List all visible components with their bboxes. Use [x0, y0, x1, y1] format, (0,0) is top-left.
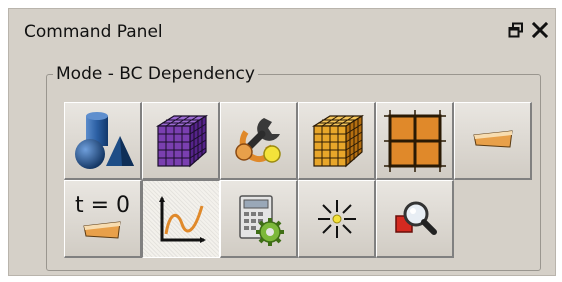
- panel-title: Command Panel: [24, 22, 163, 42]
- curve-graph-icon: [159, 196, 206, 243]
- initial-condition-label: t = 0: [74, 192, 131, 218]
- command-panel: Command Panel Mode - BC Dependency t = 0: [8, 8, 556, 276]
- grid-plane-button[interactable]: [376, 102, 454, 180]
- panel-titlebar: Command Panel: [9, 9, 555, 55]
- curve-button[interactable]: [142, 180, 220, 258]
- grid-plane-icon: [383, 109, 446, 172]
- mode-groupbox: Mode - BC Dependency t = 0: [46, 63, 541, 271]
- physics-wrench-icon: [234, 117, 281, 163]
- initial-condition-button[interactable]: t = 0: [64, 180, 142, 258]
- group-title: Mode - BC Dependency: [53, 63, 258, 85]
- light-burst-icon: [317, 199, 356, 238]
- geometry-shapes-icon: [74, 111, 134, 169]
- calculator-button[interactable]: [220, 180, 298, 258]
- mesh-orange-button[interactable]: [298, 102, 376, 180]
- boundary-strip-icon: [472, 129, 513, 148]
- light-button[interactable]: [298, 180, 376, 258]
- close-button[interactable]: [529, 18, 551, 42]
- restore-window-button[interactable]: [505, 18, 527, 42]
- geometry-button[interactable]: [64, 102, 142, 180]
- zoom-button[interactable]: [376, 180, 454, 258]
- initial-condition-icon: t = 0: [75, 192, 130, 246]
- mesh-button[interactable]: [142, 102, 220, 180]
- restore-window-icon: [508, 22, 523, 38]
- mesh-cube-orange-icon: [311, 114, 364, 167]
- calculator-gear-icon: [238, 194, 284, 246]
- boundary-strip-small-icon: [83, 220, 122, 239]
- physics-button[interactable]: [220, 102, 298, 180]
- mesh-cube-icon: [155, 114, 208, 167]
- magnifier-icon: [394, 201, 437, 235]
- boundary-button[interactable]: [454, 102, 532, 180]
- close-icon: [532, 22, 548, 38]
